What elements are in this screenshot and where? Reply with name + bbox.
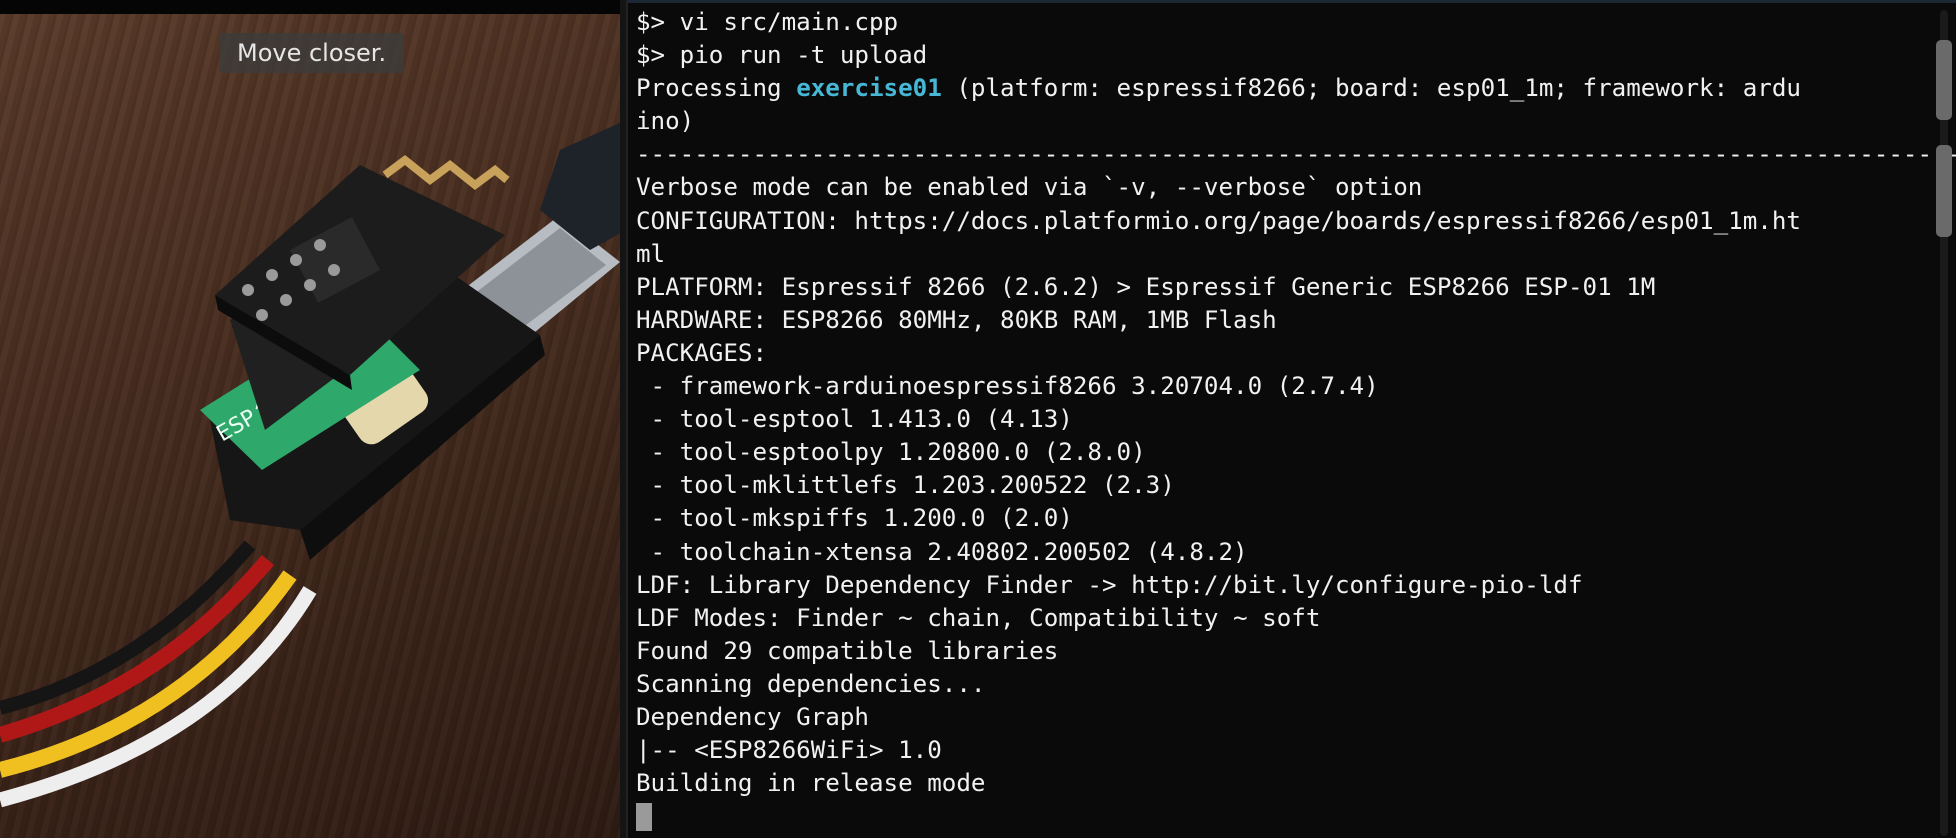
terminal-line: Building in release mode — [636, 767, 1936, 800]
terminal-line: LDF: Library Dependency Finder -> http:/… — [636, 569, 1936, 602]
terminal-line-text: $> vi src/main.cpp — [636, 8, 899, 36]
terminal-line-text: - toolchain-xtensa 2.40802.200502 (4.8.2… — [636, 537, 1248, 566]
terminal-line-text: Building in release mode — [636, 769, 986, 798]
terminal-output: $> vi src/main.cpp $> pio run -t upload Pr… — [636, 6, 1956, 833]
scrollbar-thumb-middle[interactable] — [1936, 145, 1952, 237]
scrollbar-thumb-top[interactable] — [1936, 40, 1952, 120]
terminal-line-text: ----------------------------------------… — [636, 140, 1956, 169]
terminal-line-text: - tool-mkspiffs 1.200.0 (2.0) — [636, 504, 1073, 533]
terminal-line-text: $> pio run -t upload — [636, 41, 928, 70]
terminal-line: - tool-esptool 1.413.0 (4.13) — [636, 403, 1936, 436]
terminal-line-text: PLATFORM: Espressif 8266 (2.6.2) > Espre… — [636, 272, 1656, 301]
esp01-programmer-photo: ESP↑ — [0, 120, 626, 808]
terminal-line-text: Scanning dependencies... — [636, 669, 986, 698]
terminal-line: |-- <ESP8266WiFi> 1.0 — [636, 734, 1936, 767]
terminal-line-text: CONFIGURATION: https://docs.platformio.o… — [636, 206, 1801, 235]
terminal-line-text: ino) — [636, 107, 695, 136]
terminal-line-text: |-- <ESP8266WiFi> 1.0 — [636, 736, 942, 765]
terminal-line-text: - tool-esptool 1.413.0 (4.13) — [636, 405, 1073, 434]
terminal-line: ino) — [636, 105, 1936, 138]
terminal-line: - toolchain-xtensa 2.40802.200502 (4.8.2… — [636, 536, 1936, 569]
terminal-line-text: Verbose mode can be enabled via `-v, --v… — [636, 173, 1423, 202]
terminal-scrollbar[interactable] — [1936, 10, 1954, 836]
terminal-line: - tool-mklittlefs 1.203.200522 (2.3) — [636, 469, 1936, 502]
terminal-line: $> vi src/main.cpp — [636, 6, 1936, 39]
terminal-line-text: - tool-mklittlefs 1.203.200522 (2.3) — [636, 471, 1175, 500]
terminal-line: Scanning dependencies... — [636, 668, 1936, 701]
terminal-line: - framework-arduinoespressif8266 3.20704… — [636, 370, 1936, 403]
terminal-window[interactable]: $> vi src/main.cpp $> pio run -t upload Pr… — [626, 0, 1956, 838]
terminal-line: Found 29 compatible libraries — [636, 635, 1936, 668]
terminal-cursor — [636, 803, 652, 832]
terminal-line: $> pio run -t upload — [636, 39, 1936, 72]
terminal-prompt-line[interactable] — [636, 800, 1936, 833]
terminal-line: Processing exercise01 (platform: espress… — [636, 72, 1936, 105]
camera-feed: ESP↑ Move closer. — [0, 0, 626, 838]
terminal-line: PLATFORM: Espressif 8266 (2.6.2) > Espre… — [636, 271, 1936, 304]
terminal-line-text: Dependency Graph — [636, 702, 869, 731]
terminal-line-text: LDF: Library Dependency Finder -> http:/… — [636, 570, 1583, 599]
terminal-line-text: (platform: espressif8266; board: esp01_1… — [941, 74, 1801, 103]
terminal-line-text: PACKAGES: — [636, 338, 768, 367]
terminal-line: ml — [636, 238, 1936, 271]
terminal-top-border — [628, 0, 1956, 3]
project-env-name: exercise01 — [796, 74, 942, 103]
terminal-line-text: - tool-esptoolpy 1.20800.0 (2.8.0) — [636, 438, 1146, 467]
terminal-line: CONFIGURATION: https://docs.platformio.o… — [636, 205, 1936, 238]
terminal-line-text: Processing — [636, 74, 797, 103]
terminal-line: LDF Modes: Finder ~ chain, Compatibility… — [636, 602, 1936, 635]
terminal-line: Dependency Graph — [636, 701, 1936, 734]
camera-hint-label: Move closer. — [219, 33, 405, 73]
scrollbar-track — [1940, 10, 1948, 836]
terminal-line: - tool-esptoolpy 1.20800.0 (2.8.0) — [636, 436, 1936, 469]
terminal-line-text: ml — [636, 239, 666, 268]
terminal-line: Verbose mode can be enabled via `-v, --v… — [636, 171, 1936, 204]
terminal-line-text: LDF Modes: Finder ~ chain, Compatibility… — [636, 603, 1321, 632]
terminal-line: ----------------------------------------… — [636, 138, 1956, 171]
terminal-line-text: HARDWARE: ESP8266 80MHz, 80KB RAM, 1MB F… — [636, 305, 1277, 334]
terminal-line-text: - framework-arduinoespressif8266 3.20704… — [636, 372, 1379, 401]
terminal-line: - tool-mkspiffs 1.200.0 (2.0) — [636, 502, 1936, 535]
terminal-line-text: Found 29 compatible libraries — [636, 636, 1059, 665]
terminal-line: PACKAGES: — [636, 337, 1936, 370]
terminal-line: HARDWARE: ESP8266 80MHz, 80KB RAM, 1MB F… — [636, 304, 1936, 337]
